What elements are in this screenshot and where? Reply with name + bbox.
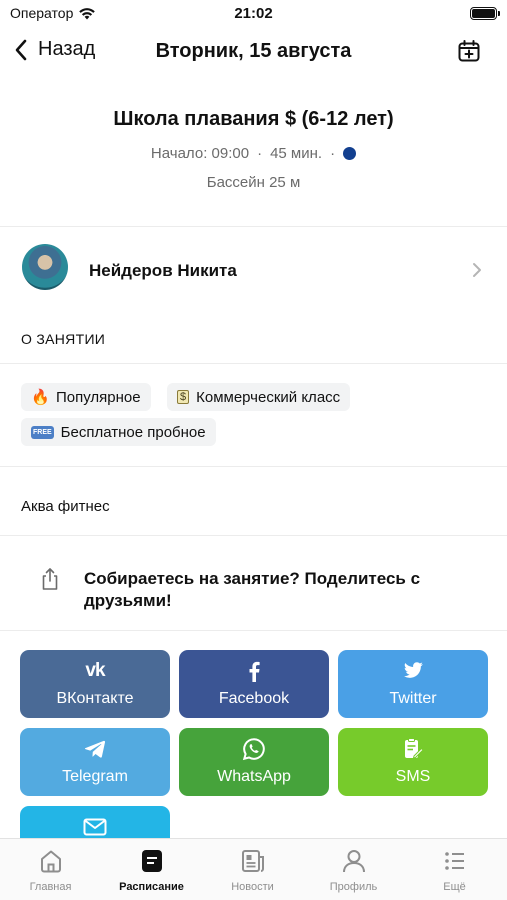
button-label: Facebook xyxy=(218,690,290,707)
share-whatsapp-button[interactable]: WhatsApp xyxy=(179,728,329,796)
button-label: Twitter xyxy=(389,690,437,707)
tab-schedule[interactable]: Расписание xyxy=(101,847,202,893)
news-icon xyxy=(202,847,303,875)
divider xyxy=(0,466,507,467)
tab-more[interactable]: Ещё xyxy=(404,847,505,893)
divider xyxy=(0,535,507,536)
tab-label: Главная xyxy=(29,881,72,893)
chevron-right-icon xyxy=(473,263,481,277)
facebook-icon xyxy=(248,659,260,683)
class-location: Бассейн 25 м xyxy=(206,174,301,191)
twitter-icon xyxy=(402,659,424,683)
share-vk-button[interactable]: vk ВКонтакте xyxy=(20,650,170,718)
class-header: Школа плавания $ (6-12 лет) Начало: 09:0… xyxy=(0,108,507,191)
nav-bar: Назад Вторник, 15 августа xyxy=(0,30,507,74)
tag-label: Коммерческий класс xyxy=(196,388,341,406)
vk-icon: vk xyxy=(85,660,105,681)
share-icon xyxy=(42,568,58,590)
class-category: Аква фитнес xyxy=(21,498,110,515)
telegram-icon xyxy=(84,737,106,761)
tag-label: Бесплатное пробное xyxy=(60,423,206,441)
meta-separator: · xyxy=(257,145,263,162)
tag-free-trial: FREE Бесплатное пробное xyxy=(21,418,216,446)
tab-label: Ещё xyxy=(443,881,466,893)
share-twitter-button[interactable]: Twitter xyxy=(338,650,488,718)
tab-label: Новости xyxy=(231,881,274,893)
class-duration: 45 мин. xyxy=(270,145,323,162)
button-label: Telegram xyxy=(62,768,128,785)
tab-label: Расписание xyxy=(119,881,184,893)
about-section-label: О ЗАНЯТИИ xyxy=(21,331,106,347)
tab-home[interactable]: Главная xyxy=(0,847,101,893)
divider xyxy=(0,226,507,227)
tag-label: Популярное xyxy=(56,388,141,406)
page-title: Вторник, 15 августа xyxy=(155,40,352,62)
button-label: WhatsApp xyxy=(217,768,291,785)
home-icon xyxy=(0,847,101,875)
fire-emoji: 🔥 xyxy=(31,389,50,406)
tab-bar: Главная Расписание Новости Профиль Ещё xyxy=(0,838,507,900)
whatsapp-icon xyxy=(242,737,266,761)
meta-separator: · xyxy=(330,145,336,162)
share-facebook-button[interactable]: Facebook xyxy=(179,650,329,718)
money-emoji: $ xyxy=(177,390,190,404)
sms-icon xyxy=(402,737,424,761)
trainer-row[interactable]: Нейдеров Никита xyxy=(0,244,507,298)
profile-icon xyxy=(303,847,404,875)
add-to-calendar-button[interactable] xyxy=(457,39,481,68)
clock: 21:02 xyxy=(234,5,273,22)
button-label: ВКонтакте xyxy=(56,690,134,707)
schedule-icon xyxy=(101,847,202,875)
button-label: SMS xyxy=(395,768,431,785)
divider xyxy=(0,630,507,631)
class-title: Школа плавания $ (6-12 лет) xyxy=(113,108,394,130)
calendar-add-icon xyxy=(458,40,480,62)
tab-label: Профиль xyxy=(329,881,378,893)
free-emoji: FREE xyxy=(31,425,54,439)
class-start-time: Начало: 09:00 xyxy=(150,145,250,162)
status-bar: Оператор 21:02 xyxy=(0,0,507,28)
trainer-name: Нейдеров Никита xyxy=(89,261,237,280)
email-icon xyxy=(83,815,107,839)
share-prompt: Собираетесь на занятие? Поделитесь с дру… xyxy=(84,569,421,610)
share-telegram-button[interactable]: Telegram xyxy=(20,728,170,796)
battery-icon xyxy=(470,7,500,20)
trainer-avatar xyxy=(22,244,68,290)
share-block: Собираетесь на занятие? Поделитесь с дру… xyxy=(0,565,507,615)
tag-popular: 🔥 Популярное xyxy=(21,383,151,411)
more-icon xyxy=(404,847,505,875)
divider xyxy=(0,363,507,364)
share-sms-button[interactable]: SMS xyxy=(338,728,488,796)
class-meta: Начало: 09:00 · 45 мин. · xyxy=(0,145,507,162)
tag-commercial: $ Коммерческий класс xyxy=(167,383,351,411)
tab-profile[interactable]: Профиль xyxy=(303,847,404,893)
tab-news[interactable]: Новости xyxy=(202,847,303,893)
class-color-dot xyxy=(343,147,357,160)
